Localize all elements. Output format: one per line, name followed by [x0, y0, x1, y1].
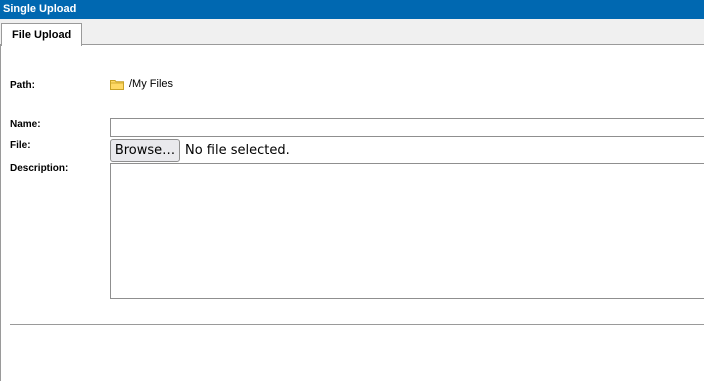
description-textarea[interactable] — [110, 163, 704, 299]
file-label: File: — [10, 140, 31, 151]
folder-icon — [110, 79, 124, 90]
form-divider — [10, 324, 704, 325]
tab-file-upload[interactable]: File Upload — [1, 23, 83, 46]
path-label: Path: — [10, 80, 35, 91]
path-value: /My Files — [129, 78, 173, 90]
window-title: Single Upload — [0, 0, 704, 19]
file-status: No file selected. — [185, 143, 290, 158]
upload-form: Path: /My Files Name: File: Browse… No f… — [0, 45, 704, 381]
tab-strip — [0, 19, 704, 45]
single-upload-window: Single Upload File Upload Path: /My File… — [0, 0, 704, 381]
browse-button[interactable]: Browse… — [110, 139, 180, 162]
name-label: Name: — [10, 119, 41, 130]
description-label: Description: — [10, 163, 69, 174]
name-input[interactable] — [110, 118, 704, 137]
path-display: /My Files — [110, 78, 173, 90]
